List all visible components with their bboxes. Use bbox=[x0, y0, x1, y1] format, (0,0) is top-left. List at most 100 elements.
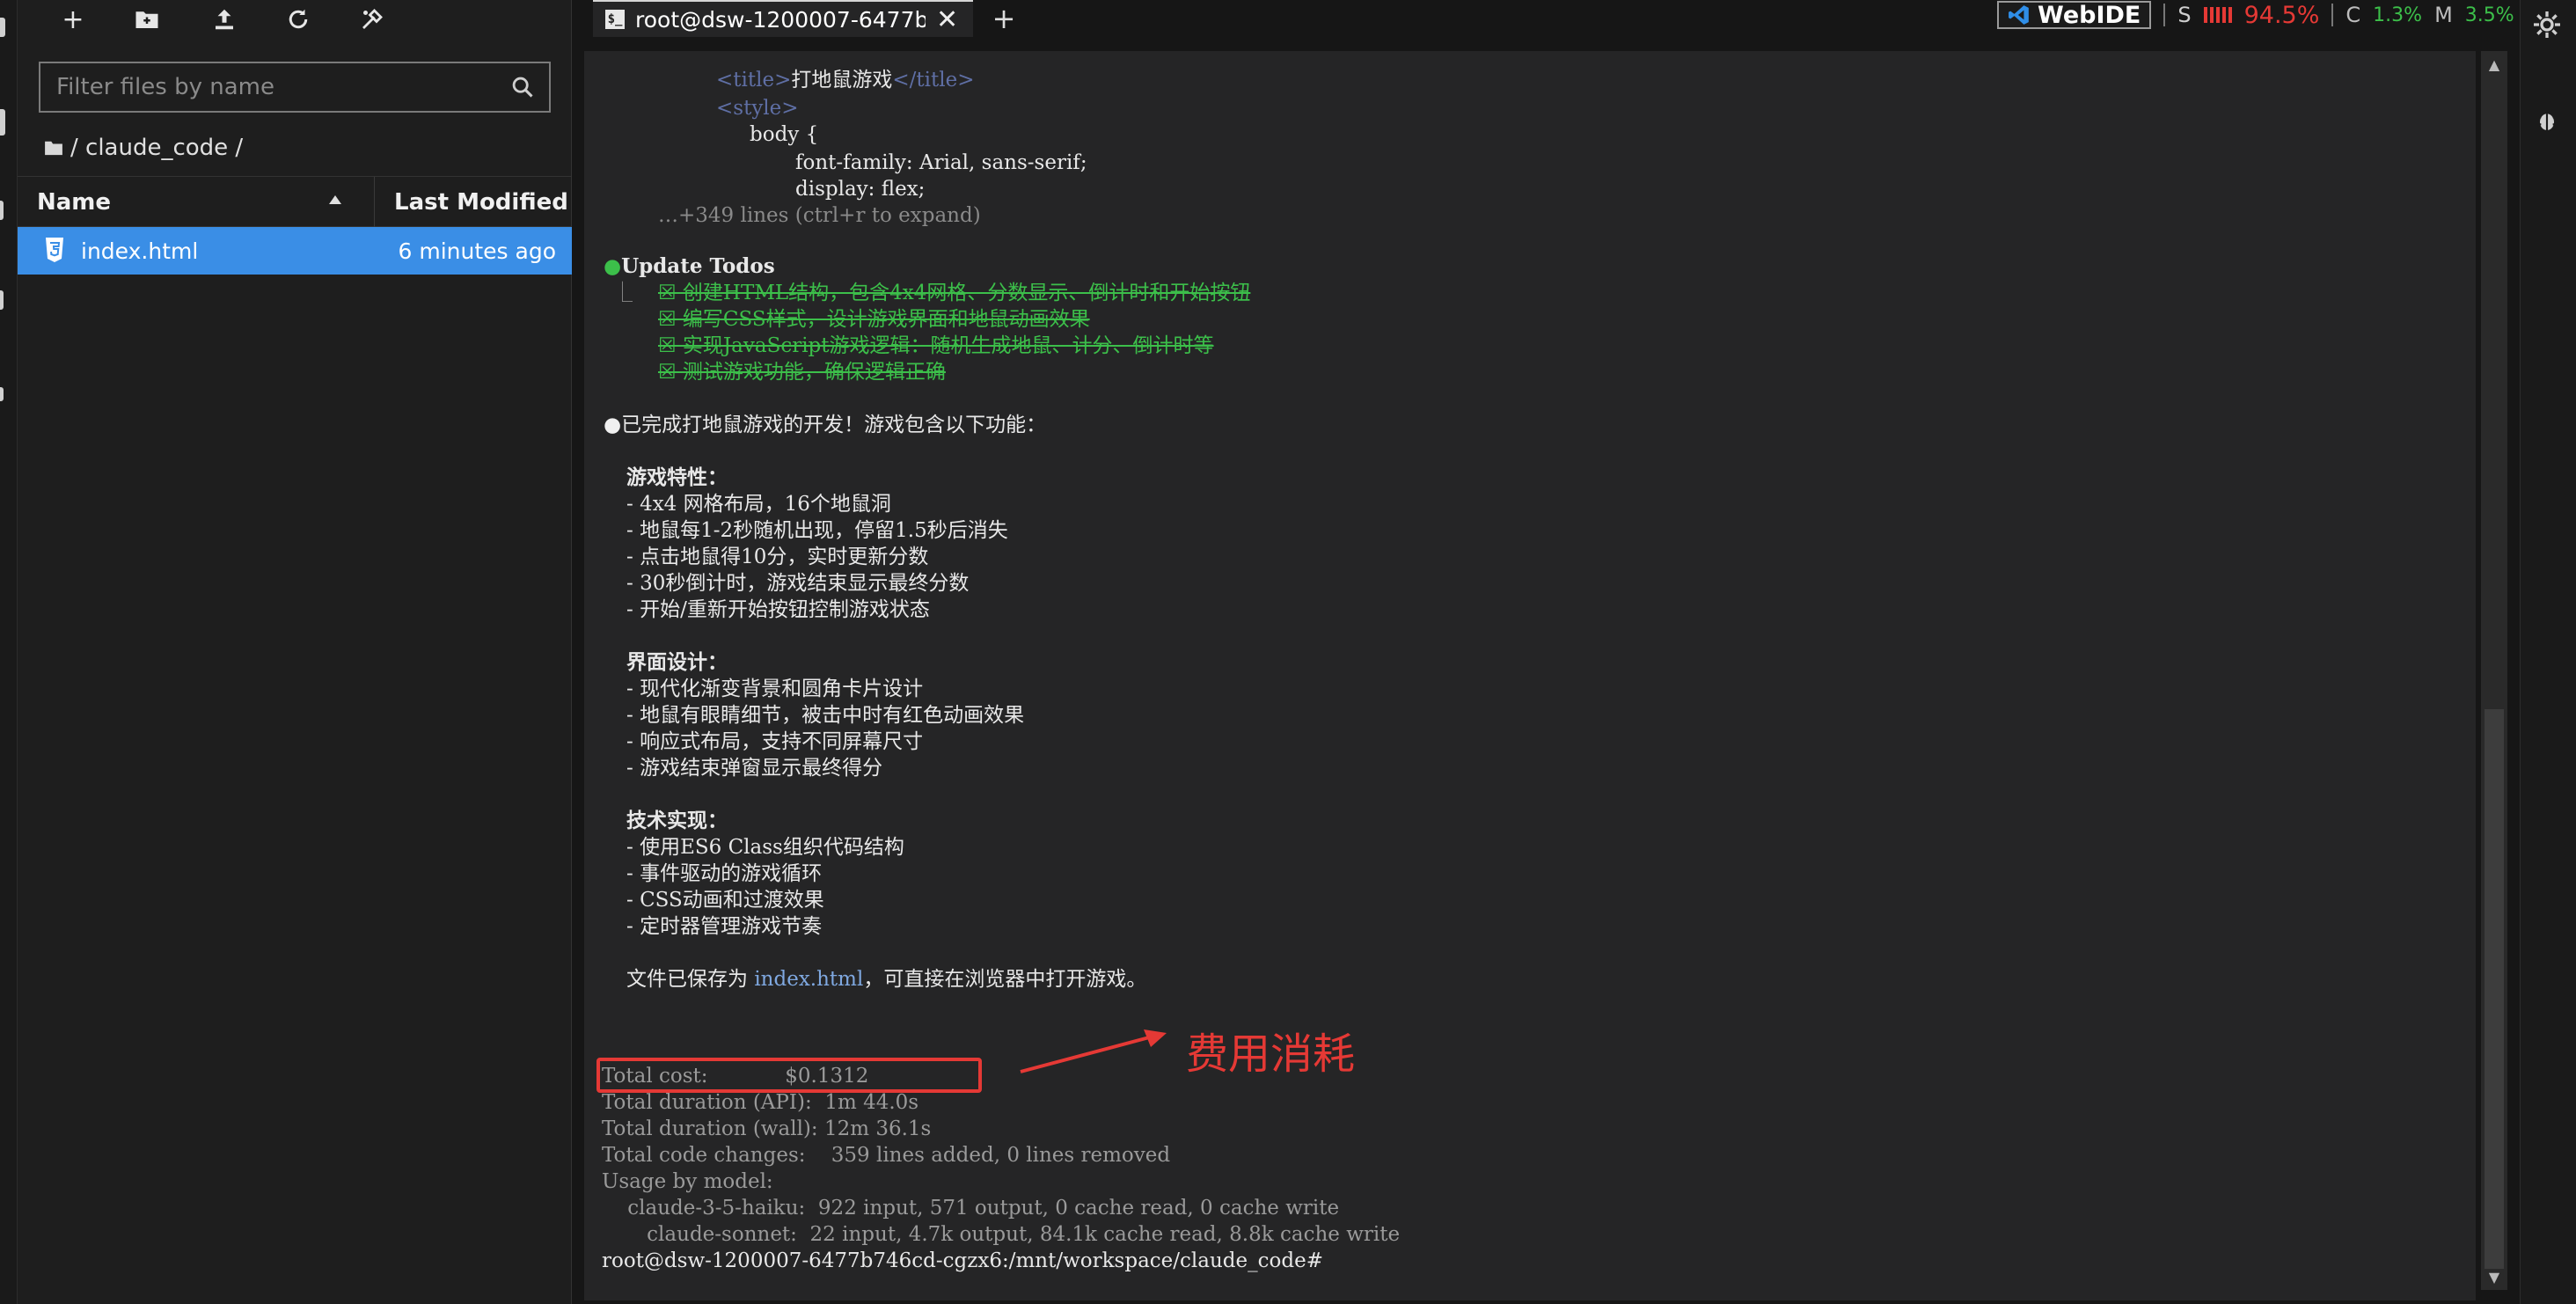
folder-plus-icon bbox=[135, 11, 158, 28]
section-heading: 技术实现： bbox=[626, 809, 728, 832]
upload-icon bbox=[216, 9, 233, 30]
terminal-line: ●已完成打地鼠游戏的开发！游戏包含以下功能： bbox=[604, 414, 1047, 436]
activity-marker[interactable] bbox=[0, 387, 4, 401]
stats-line: claude-sonnet: 22 input, 4.7k output, 84… bbox=[602, 1223, 1401, 1246]
list-item: - 定时器管理游戏节奏 bbox=[626, 915, 823, 938]
list-item: - 响应式布局，支持不同屏幕尺寸 bbox=[626, 730, 924, 753]
terminal-line: body { bbox=[750, 123, 819, 146]
scroll-thumb[interactable] bbox=[2485, 709, 2504, 1269]
list-item: - 地鼠有眼睛细节，被击中时有红色动画效果 bbox=[626, 704, 1025, 727]
todo-item: ☒ 编写CSS样式，设计游戏界面和地鼠动画效果 bbox=[658, 308, 1090, 331]
activity-marker[interactable] bbox=[0, 201, 4, 220]
file-name: index.html bbox=[81, 238, 199, 264]
breadcrumb-path[interactable]: / claude_code / bbox=[70, 135, 243, 161]
activity-bar bbox=[0, 0, 18, 1304]
new-launcher-button[interactable]: + bbox=[51, 4, 95, 35]
breadcrumb: / claude_code / bbox=[44, 130, 243, 165]
list-item: - 地鼠每1-2秒随机出现，停留1.5秒后消失 bbox=[626, 519, 1008, 542]
list-item: - CSS动画和过渡效果 bbox=[626, 889, 824, 912]
section-heading: 界面设计： bbox=[626, 650, 728, 674]
settings-gear-icon[interactable] bbox=[2531, 9, 2563, 44]
activity-marker[interactable] bbox=[0, 290, 4, 310]
list-item: - 点击地鼠得10分，实时更新分数 bbox=[626, 546, 929, 568]
terminal-line: display: flex; bbox=[795, 178, 926, 201]
section-heading: 游戏特性： bbox=[626, 465, 728, 489]
webide-label: WebIDE bbox=[2038, 1, 2141, 29]
cost-highlight-box bbox=[596, 1058, 982, 1093]
stats-line: Total code changes: 359 lines added, 0 l… bbox=[602, 1144, 1171, 1167]
storage-label: S bbox=[2177, 3, 2192, 27]
html5-file-icon bbox=[44, 237, 65, 267]
close-icon[interactable]: ✕ bbox=[936, 4, 958, 35]
webide-button[interactable]: WebIDE bbox=[1997, 1, 2152, 29]
tab-bar: $_ root@dsw-1200007-6477b74 ✕ + WebIDE S… bbox=[572, 0, 2520, 37]
name-column-header[interactable]: Name bbox=[37, 177, 111, 228]
scroll-down-icon[interactable]: ▼ bbox=[2486, 1269, 2502, 1286]
annotation-label: 费用消耗 bbox=[1186, 1029, 1356, 1079]
status-dot-icon: ● bbox=[604, 255, 622, 278]
status-separator bbox=[2331, 4, 2334, 26]
search-icon[interactable] bbox=[496, 63, 549, 111]
todo-item: ☒ 实现JavaScript游戏逻辑：随机生成地鼠、计分、倒计时等 bbox=[658, 334, 1214, 357]
terminal-line: font-family: Arial, sans-serif; bbox=[795, 151, 1087, 174]
storage-meter-icon bbox=[2203, 7, 2232, 23]
storage-usage: 94.5% bbox=[2243, 1, 2320, 29]
plus-icon: + bbox=[62, 4, 84, 35]
sort-ascending-icon[interactable] bbox=[327, 193, 343, 209]
right-sidebar bbox=[2520, 0, 2576, 1304]
plus-icon: + bbox=[992, 2, 1016, 35]
todo-item: ☒ 测试游戏功能，确保逻辑正确 bbox=[658, 361, 946, 384]
name-column-label: Name bbox=[37, 189, 112, 216]
terminal-panel: $_ root@dsw-1200007-6477b74 ✕ + WebIDE S… bbox=[572, 0, 2520, 1304]
file-modified: 6 minutes ago bbox=[398, 238, 556, 264]
list-item: - 游戏结束弹窗显示最终得分 bbox=[626, 757, 883, 780]
scroll-up-icon[interactable]: ▲ bbox=[2486, 56, 2502, 73]
stats-line: Total duration (wall): 12m 36.1s bbox=[602, 1117, 932, 1140]
file-row[interactable]: index.html 6 minutes ago bbox=[18, 227, 572, 275]
last-modified-column-header[interactable]: Last Modified bbox=[394, 177, 568, 228]
stats-line: Total duration (API): 1m 44.0s bbox=[602, 1091, 919, 1114]
terminal-line: <style> bbox=[716, 97, 799, 120]
stats-line: claude-3-5-haiku: 922 input, 571 output,… bbox=[602, 1197, 1340, 1220]
folder-icon[interactable] bbox=[44, 140, 63, 156]
terminal-output[interactable]: <title>打地鼠游戏</title> <style> body { font… bbox=[584, 51, 2476, 1300]
terminal-icon: $_ bbox=[605, 10, 625, 29]
tab-terminal[interactable]: $_ root@dsw-1200007-6477b74 ✕ bbox=[593, 0, 973, 37]
file-browser: + / claude_code / Name Las bbox=[18, 0, 572, 1304]
tab-label: root@dsw-1200007-6477b74 bbox=[635, 6, 926, 33]
terminal-scrollbar[interactable]: ▲ ▼ bbox=[2481, 51, 2507, 1290]
file-browser-toolbar: + bbox=[18, 0, 572, 39]
shell-prompt[interactable]: root@dsw-1200007-6477b746cd-cgzx6:/mnt/w… bbox=[602, 1248, 1323, 1274]
filter-input[interactable] bbox=[40, 63, 496, 111]
list-item: - 开始/重新开始按钮控制游戏状态 bbox=[626, 598, 930, 621]
activity-marker[interactable] bbox=[0, 109, 5, 136]
list-item: - 使用ES6 Class组织代码结构 bbox=[626, 836, 904, 859]
refresh-button[interactable] bbox=[276, 4, 320, 35]
git-icon bbox=[362, 9, 383, 29]
todo-item: ☒ 创建HTML结构，包含4x4网格、分数显示、倒计时和开始按钮 bbox=[658, 282, 1251, 304]
terminal-line: 文件已保存为 index.html，可直接在浏览器中打开游戏。 bbox=[626, 968, 1147, 991]
upload-button[interactable] bbox=[202, 4, 246, 35]
vscode-icon bbox=[2009, 5, 2029, 25]
add-tab-button[interactable]: + bbox=[982, 0, 1026, 37]
stats-line: Usage by model: bbox=[602, 1170, 773, 1193]
status-dot-icon: ● bbox=[604, 414, 622, 436]
new-folder-button[interactable] bbox=[125, 4, 169, 35]
cpu-label: C bbox=[2345, 3, 2361, 27]
activity-marker[interactable] bbox=[0, 18, 5, 37]
column-divider[interactable] bbox=[374, 177, 375, 228]
refresh-icon bbox=[289, 9, 308, 29]
cpu-usage: 1.3% bbox=[2373, 4, 2423, 26]
list-item: - 现代化渐变背景和圆角卡片设计 bbox=[626, 678, 924, 700]
last-modified-column-label: Last Modified bbox=[394, 189, 568, 216]
list-item: - 30秒倒计时，游戏结束显示最终分数 bbox=[626, 572, 970, 595]
list-item: - 事件驱动的游戏循环 bbox=[626, 862, 823, 885]
terminal-line: <title>打地鼠游戏</title> bbox=[716, 69, 975, 92]
git-clone-button[interactable] bbox=[350, 4, 394, 35]
terminal-line: …+349 lines (ctrl+r to expand) bbox=[658, 204, 981, 227]
filter-box bbox=[39, 62, 551, 113]
status-separator bbox=[2163, 4, 2166, 26]
terminal-line: ●Update Todos bbox=[604, 254, 775, 278]
tree-branch-icon: ⎿ bbox=[612, 282, 633, 304]
debugger-bug-icon[interactable] bbox=[2533, 106, 2561, 137]
